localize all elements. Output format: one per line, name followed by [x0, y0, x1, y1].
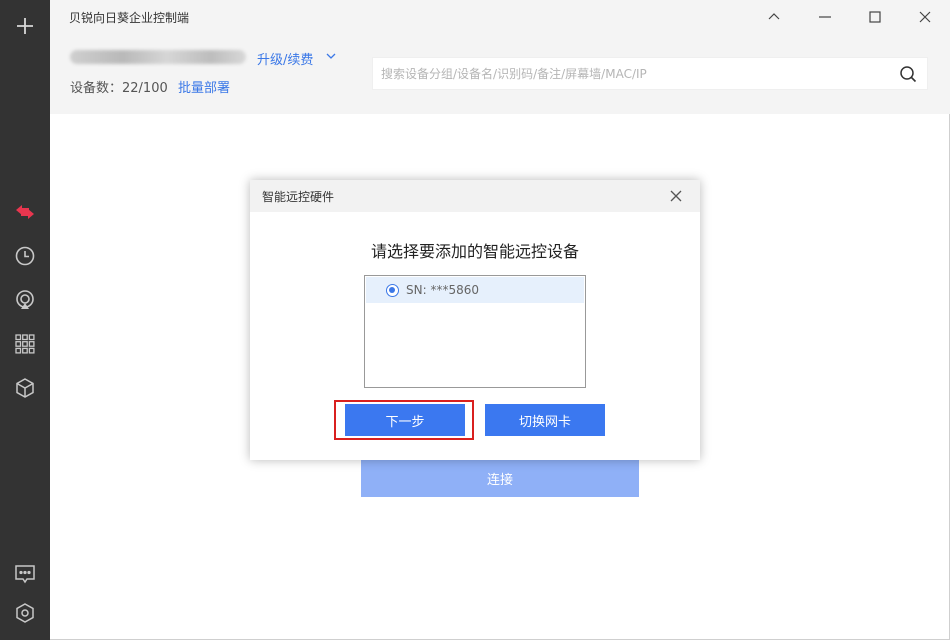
smart-hardware-dialog: 智能远控硬件 请选择要添加的智能远控设备 SN: ***5860 下一步 切换网… — [250, 180, 700, 460]
dialog-header: 智能远控硬件 — [250, 180, 700, 212]
connect-button[interactable]: 连接 — [361, 459, 639, 497]
close-icon[interactable] — [668, 188, 684, 204]
app-title: 贝锐向日葵企业控制端 — [69, 11, 190, 25]
device-label: SN: ***5860 — [406, 283, 479, 297]
main-window: 贝锐向日葵企业控制端 升级/续费 设备数：22/100 批量部署 连接 智能远控… — [50, 0, 950, 640]
batch-deploy-link[interactable]: 批量部署 — [178, 77, 230, 96]
device-count: 设备数：22/100 — [70, 81, 168, 96]
search-input[interactable] — [381, 65, 881, 83]
close-icon[interactable] — [913, 5, 937, 29]
switch-nic-button[interactable]: 切换网卡 — [485, 404, 605, 436]
settings-icon[interactable] — [13, 601, 37, 625]
sidebar — [0, 0, 50, 640]
radio-selected-icon[interactable] — [386, 284, 399, 297]
search-icon[interactable] — [899, 65, 917, 83]
dialog-title: 智能远控硬件 — [262, 190, 335, 204]
next-button[interactable]: 下一步 — [345, 404, 465, 436]
list-item[interactable]: SN: ***5860 — [366, 277, 584, 303]
cube-icon[interactable] — [13, 376, 37, 400]
message-icon[interactable] — [13, 562, 37, 586]
account-name-blurred — [70, 50, 246, 64]
remote-assist-icon[interactable] — [13, 288, 37, 312]
plus-icon[interactable] — [13, 14, 37, 38]
history-icon[interactable] — [13, 244, 37, 268]
header: 贝锐向日葵企业控制端 升级/续费 设备数：22/100 批量部署 — [50, 0, 950, 114]
device-grid-icon[interactable] — [13, 332, 37, 356]
restore-icon[interactable] — [813, 5, 837, 29]
chevron-down-icon[interactable] — [325, 50, 337, 62]
search-box — [372, 57, 928, 90]
upgrade-link[interactable]: 升级/续费 — [257, 49, 313, 68]
dialog-heading: 请选择要添加的智能远控设备 — [370, 242, 579, 261]
minimize-icon[interactable] — [762, 5, 786, 29]
remote-control-icon[interactable] — [13, 200, 37, 224]
device-list[interactable]: SN: ***5860 — [364, 275, 586, 388]
maximize-icon[interactable] — [863, 5, 887, 29]
